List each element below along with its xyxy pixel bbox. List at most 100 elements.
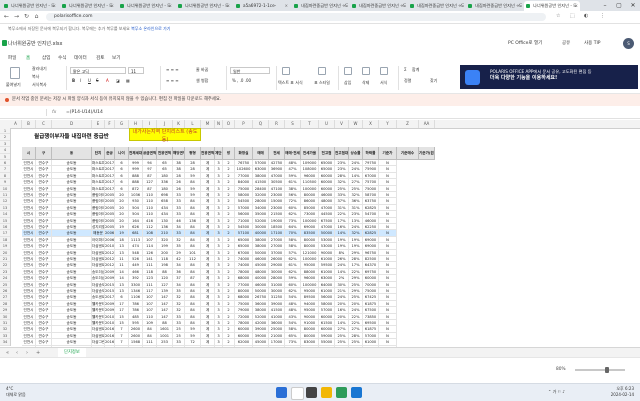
table-header-cell[interactable]: 방	[223, 147, 235, 160]
table-header-cell[interactable]: 해당면적세대수	[173, 147, 185, 160]
number-format-icons[interactable]: % , .0 .00	[232, 78, 251, 83]
close-icon[interactable]: ×	[285, 1, 288, 11]
row-header[interactable]: 34	[0, 339, 10, 346]
format-icon[interactable]	[380, 67, 388, 75]
column-header[interactable]: W	[349, 120, 363, 128]
home-icon[interactable]: ⌂	[32, 12, 41, 22]
column-header[interactable]: B	[22, 120, 36, 128]
bookmark-icon[interactable]: ☆	[556, 13, 560, 19]
column-header[interactable]: D	[52, 120, 92, 128]
table-header-cell[interactable]: 기준가(원)	[419, 147, 435, 160]
weather-widget[interactable]: 4°C 대체로 맑음	[6, 386, 26, 398]
browser-tab[interactable]: 내집마련중급반 인지넌 - 도 ×	[292, 1, 348, 11]
close-icon[interactable]: ×	[227, 1, 230, 11]
table-header-cell[interactable]: 기준가	[379, 147, 397, 160]
column-header[interactable]: A	[10, 120, 22, 128]
column-header[interactable]: I	[143, 120, 157, 128]
column-header[interactable]: Y	[379, 120, 397, 128]
table-header-cell[interactable]: 전체세대수	[129, 147, 143, 160]
close-window-icon[interactable]: ✕	[626, 0, 640, 11]
menu-icon[interactable]: ⋮	[600, 13, 605, 19]
find-button[interactable]: 찾기	[430, 78, 437, 84]
minimize-icon[interactable]: –	[598, 0, 612, 11]
forward-icon[interactable]: →	[12, 12, 21, 22]
close-icon[interactable]: ×	[53, 1, 56, 11]
column-header[interactable]: V	[335, 120, 349, 128]
font-size-select[interactable]: 11	[128, 67, 144, 74]
table-header-cell[interactable]: 나이	[115, 147, 129, 160]
file-name[interactable]: 나너위원공반 인지넌.xlsx	[8, 40, 63, 47]
column-header[interactable]: Q	[253, 120, 269, 128]
chrome-icon[interactable]	[336, 387, 347, 398]
font-select[interactable]: 맑은 고딕	[70, 67, 126, 74]
table-header-cell[interactable]: 전용면적(평)	[201, 147, 215, 160]
table-header-cell[interactable]: 기준매수	[397, 147, 419, 160]
table-header-cell[interactable]: 전고점	[319, 147, 335, 160]
column-header[interactable]: R	[269, 120, 285, 128]
insert-icon[interactable]	[344, 67, 352, 75]
column-header[interactable]: H	[129, 120, 143, 128]
browser-tab[interactable]: 나너위원공반 인지넌 - 도 ×	[2, 1, 58, 11]
table-header-cell[interactable]: 하락률	[363, 147, 379, 160]
menu-view[interactable]: 보기	[112, 54, 120, 63]
table-header-cell[interactable]: 상승률	[349, 147, 363, 160]
info-link[interactable]: 복무소 온라인으로 가기	[131, 26, 170, 31]
close-icon[interactable]: ×	[343, 1, 346, 11]
pc-office-button[interactable]: PC Office로 열기	[508, 40, 542, 46]
close-icon[interactable]: ×	[517, 1, 520, 11]
column-header[interactable]: P	[235, 120, 253, 128]
column-header[interactable]: C	[36, 120, 52, 128]
browser-tab[interactable]: 내집마련중급반 인지넌 - 도 ×	[408, 1, 464, 11]
maximize-icon[interactable]: ▢	[612, 0, 626, 11]
spreadsheet-grid[interactable]: A B C D E F G H I J K L M N O P Q R S T U V W X Y Z AA 1 2 3 4 5 6 7 8 9 10…	[0, 120, 640, 347]
column-header[interactable]: AA	[419, 120, 435, 128]
tray-icons[interactable]: ⌃ 가 ⚐ ♪	[548, 389, 565, 395]
browser-tab[interactable]: 내집마련중급반 인지넌 - 도 ×	[350, 1, 406, 11]
promo-banner[interactable]: POLARIS OFFICE APP에서 문서 공유, 고도화된 편집 등 더욱…	[460, 65, 638, 89]
strike-icon[interactable]: S	[96, 78, 99, 83]
column-header[interactable]: Z	[397, 120, 419, 128]
column-header[interactable]: N	[215, 120, 223, 128]
table-header-cell[interactable]: 전용면적	[157, 147, 173, 160]
column-header[interactable]: J	[157, 120, 173, 128]
search-icon[interactable]	[291, 387, 304, 400]
font-color-icon[interactable]: A	[106, 78, 109, 83]
browser-tab[interactable]: 나너위원공반 인지넌 - 도 ×	[118, 1, 174, 11]
share-button[interactable]: 공유	[562, 40, 570, 46]
column-header[interactable]: T	[301, 120, 319, 128]
table-header-cell[interactable]: 화장실	[235, 147, 253, 160]
close-icon[interactable]: ×	[169, 1, 172, 11]
task-view-icon[interactable]	[306, 387, 317, 398]
browser-tab[interactable]: a5a6972-1-1ce- ×	[234, 1, 290, 11]
copy-button[interactable]: 복사	[32, 74, 39, 80]
browser-tab[interactable]: 나너위원공반 인지넌 - 도 ×	[60, 1, 116, 11]
column-header[interactable]: S	[285, 120, 301, 128]
italic-icon[interactable]: I	[80, 78, 81, 83]
column-header[interactable]: G	[115, 120, 129, 128]
menu-data[interactable]: 데이터	[74, 54, 87, 63]
paste-icon[interactable]	[10, 67, 20, 79]
back-icon[interactable]: ←	[2, 12, 11, 22]
cell-reference[interactable]	[6, 109, 47, 116]
underline-icon[interactable]: U	[88, 78, 91, 83]
table-header-cell[interactable]: 동	[52, 147, 92, 160]
extensions-icon[interactable]: ⬚	[570, 13, 575, 19]
format-painter-button[interactable]: 서식복사	[32, 82, 47, 88]
column-header[interactable]: K	[173, 120, 185, 128]
url-field[interactable]: polarisoffice.com	[46, 13, 546, 21]
column-header[interactable]: X	[363, 120, 379, 128]
table-style-icon[interactable]	[318, 67, 326, 75]
sum-button[interactable]: 합계	[412, 67, 419, 73]
sheet-subtitle[interactable]: 내가사는지역 단지리스트 (송도동)	[129, 128, 201, 143]
edge-icon[interactable]	[351, 387, 362, 398]
sheet-title[interactable]: 월급쟁이부자들 내집마련 중급반	[22, 132, 121, 140]
table-header-cell[interactable]: 전고점대비	[335, 147, 349, 160]
file-explorer-icon[interactable]	[321, 387, 332, 398]
zoom-slider-knob[interactable]	[605, 367, 609, 373]
browser-tab[interactable]: 내집마련중급반 인지넌 - 도 ×	[466, 1, 522, 11]
sum-icon[interactable]: Σ	[404, 67, 407, 72]
menu-review[interactable]: 검토	[96, 54, 104, 63]
clock[interactable]: 오후 6:23 2024-02-14	[611, 386, 634, 398]
border-icon[interactable]: ▦	[126, 78, 130, 83]
close-icon[interactable]: ×	[401, 1, 404, 11]
